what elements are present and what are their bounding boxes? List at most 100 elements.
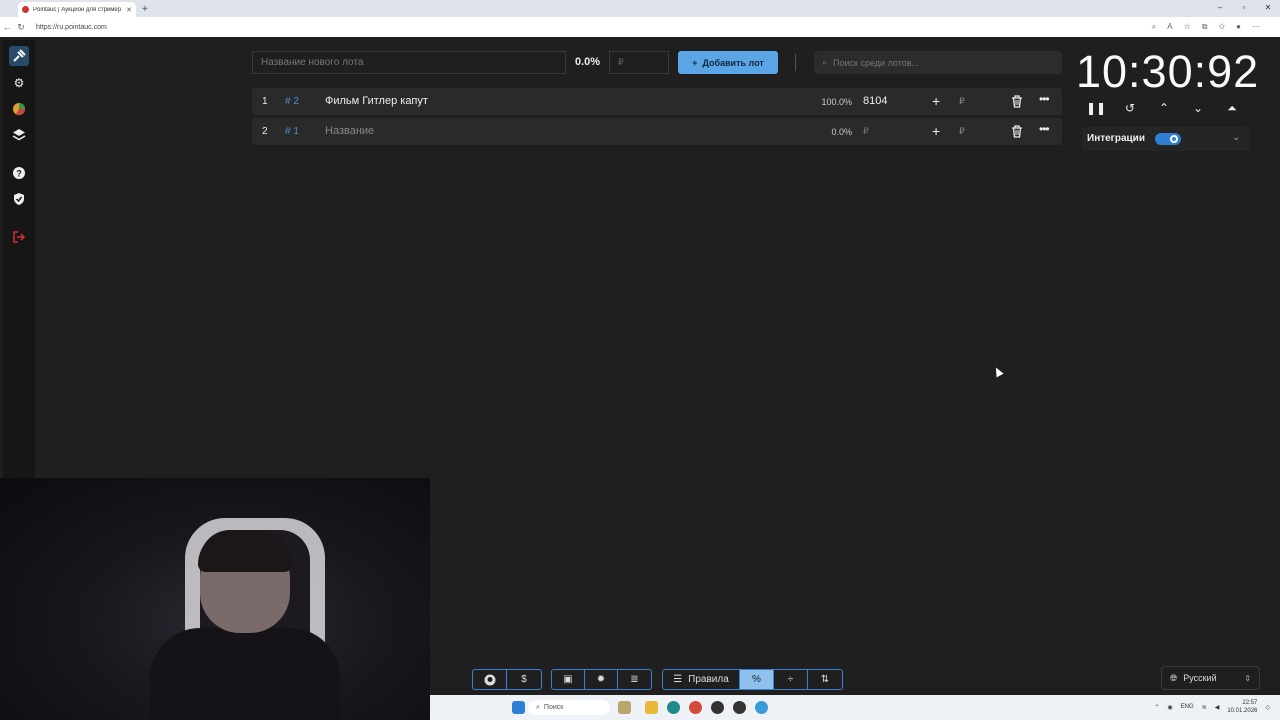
trash-icon[interactable] (1011, 95, 1023, 108)
app-icon[interactable] (711, 701, 724, 714)
app-icon-2[interactable] (733, 701, 746, 714)
zoom-icon[interactable]: ⌕ (1152, 22, 1156, 32)
mouse-cursor-icon (992, 365, 1004, 378)
back-icon[interactable]: ← (0, 22, 14, 32)
person-body (150, 628, 340, 720)
lot-name-input[interactable]: Название нового лота (252, 51, 566, 74)
telegram-icon[interactable] (755, 701, 768, 714)
plus-icon: + (692, 57, 698, 68)
widgets-icon[interactable] (618, 701, 631, 714)
browser-actions: ⌕ A ☆ ⧉ ✩ ● ⋯ (1152, 22, 1260, 32)
chevron-down-icon[interactable]: ⌄ (1232, 132, 1240, 143)
shield-icon[interactable] (11, 191, 27, 207)
svg-text:?: ? (16, 169, 22, 179)
close-window-icon[interactable]: ✕ (1256, 0, 1280, 16)
language-select[interactable]: 🌐︎ Русский ⇕ (1161, 666, 1260, 690)
language-label: Русский (1183, 673, 1217, 683)
stats-icon[interactable] (11, 101, 27, 117)
trash-icon[interactable] (1011, 125, 1023, 138)
logout-icon[interactable] (11, 229, 27, 245)
select-arrows-icon: ⇕ (1244, 673, 1251, 683)
window-controls: – ▫ ✕ (1208, 0, 1280, 16)
network-icon[interactable]: ◉ (1167, 704, 1172, 711)
timer-display: 10:30:92 (1076, 46, 1260, 97)
chevron-down-icon[interactable]: ⌄ (1188, 100, 1208, 116)
amount-input[interactable]: ₽ (609, 51, 669, 74)
add-amount-icon[interactable]: + (932, 123, 940, 139)
read-aloud-icon[interactable]: A (1167, 22, 1172, 32)
url-field[interactable]: https://ru.pointauc.com (36, 24, 107, 31)
edge-icon[interactable] (667, 701, 680, 714)
add-lot-button[interactable]: + Добавить лот (678, 51, 778, 74)
clock[interactable]: 22:57 10.01.2026 (1227, 699, 1257, 715)
integrations-toggle[interactable] (1155, 133, 1181, 145)
auction-icon[interactable] (9, 46, 29, 66)
lot-index: 1 (262, 96, 268, 107)
lot-amount[interactable]: 8104 (863, 95, 887, 107)
lot-id[interactable]: # 1 (285, 126, 299, 137)
search-icon: ⌕ (822, 57, 828, 67)
taskbar-search[interactable]: ⌕ Поиск (528, 700, 610, 715)
divider (795, 54, 796, 71)
save-icon[interactable]: ▣ (552, 670, 585, 689)
currency-input[interactable]: ₽ (959, 96, 965, 107)
taskbar: ⌕ Поиск ⌃ ◉ ENG ≋ ◀ 22:57 10.01.2026 ◇ (430, 695, 1280, 720)
lot-amount[interactable]: ₽ (863, 126, 869, 137)
language-indicator[interactable]: ENG (1181, 704, 1194, 710)
reload-icon[interactable]: ↻ (14, 22, 28, 33)
more-icon[interactable]: ••• (1039, 122, 1050, 136)
github-icon[interactable] (473, 670, 507, 689)
toggle-knob (1170, 135, 1178, 143)
lot-row: 2 # 1 Название 0.0% ₽ + ₽ ••• (252, 118, 1062, 145)
collections-icon[interactable]: ✩ (1218, 22, 1225, 32)
divide-icon[interactable]: ÷ (774, 670, 808, 689)
gear-icon[interactable]: ⚙ (11, 75, 27, 91)
chrome-icon[interactable] (689, 701, 702, 714)
integrations-panel[interactable]: Интеграции ⌄ (1082, 127, 1250, 151)
menu-icon[interactable]: ⋯ (1252, 22, 1260, 32)
new-tab-icon[interactable]: + (142, 2, 148, 17)
percent-icon[interactable]: % (740, 670, 774, 689)
start-icon[interactable] (512, 701, 525, 714)
sidebar: ⚙ ? (3, 40, 35, 480)
bug-icon[interactable]: ✹ (585, 670, 618, 689)
extensions-icon[interactable]: ⧉ (1202, 22, 1208, 32)
pause-icon[interactable]: ❚❚ (1086, 100, 1106, 116)
clear-list-icon[interactable]: ≣ (618, 670, 651, 689)
layers-icon[interactable] (11, 127, 27, 143)
lot-name[interactable]: Название (325, 125, 374, 137)
double-up-icon[interactable]: ⏶ (1222, 100, 1242, 116)
browser-chrome: Pointauc | Аукцион для стример ✕ + – ▫ ✕… (0, 0, 1280, 37)
chevron-up-icon[interactable]: ⌃ (1154, 100, 1174, 116)
lot-percent: 100.0% (821, 97, 852, 107)
browser-tab[interactable]: Pointauc | Аукцион для стример ✕ (18, 2, 136, 17)
dollar-icon[interactable]: $ (507, 670, 541, 689)
wifi-icon[interactable]: ≋ (1202, 704, 1207, 711)
rules-button[interactable]: ☰ Правила (663, 670, 740, 689)
webcam-overlay (0, 478, 430, 720)
notifications-icon[interactable]: ◇ (1265, 704, 1270, 711)
profile-icon[interactable]: ● (1236, 22, 1241, 32)
clock-date: 10.01.2026 (1227, 708, 1258, 714)
actions-group: ▣ ✹ ≣ (551, 669, 652, 690)
chevron-up-icon[interactable]: ⌃ (1154, 704, 1159, 711)
minimize-icon[interactable]: – (1208, 0, 1232, 16)
file-explorer-icon[interactable] (645, 701, 658, 714)
volume-icon[interactable]: ◀ (1215, 704, 1220, 711)
maximize-icon[interactable]: ▫ (1232, 0, 1256, 16)
add-amount-icon[interactable]: + (932, 93, 940, 109)
search-placeholder: Поиск среди лотов... (833, 57, 920, 68)
search-input[interactable]: ⌕ Поиск среди лотов... (814, 51, 1062, 74)
favorite-icon[interactable]: ☆ (1184, 22, 1191, 32)
currency-input[interactable]: ₽ (959, 126, 965, 137)
more-icon[interactable]: ••• (1039, 92, 1050, 106)
sort-icon[interactable]: ⇅ (808, 670, 842, 689)
lot-id[interactable]: # 2 (285, 96, 299, 107)
globe-icon: 🌐︎ (1170, 672, 1178, 683)
close-tab-icon[interactable]: ✕ (126, 6, 132, 14)
lot-percent: 0.0% (831, 127, 852, 137)
lot-name[interactable]: Фильм Гитлер капут (325, 95, 428, 107)
help-icon[interactable]: ? (11, 165, 27, 181)
reset-icon[interactable]: ↺ (1120, 100, 1140, 116)
new-lot-percent: 0.0% (575, 56, 601, 68)
